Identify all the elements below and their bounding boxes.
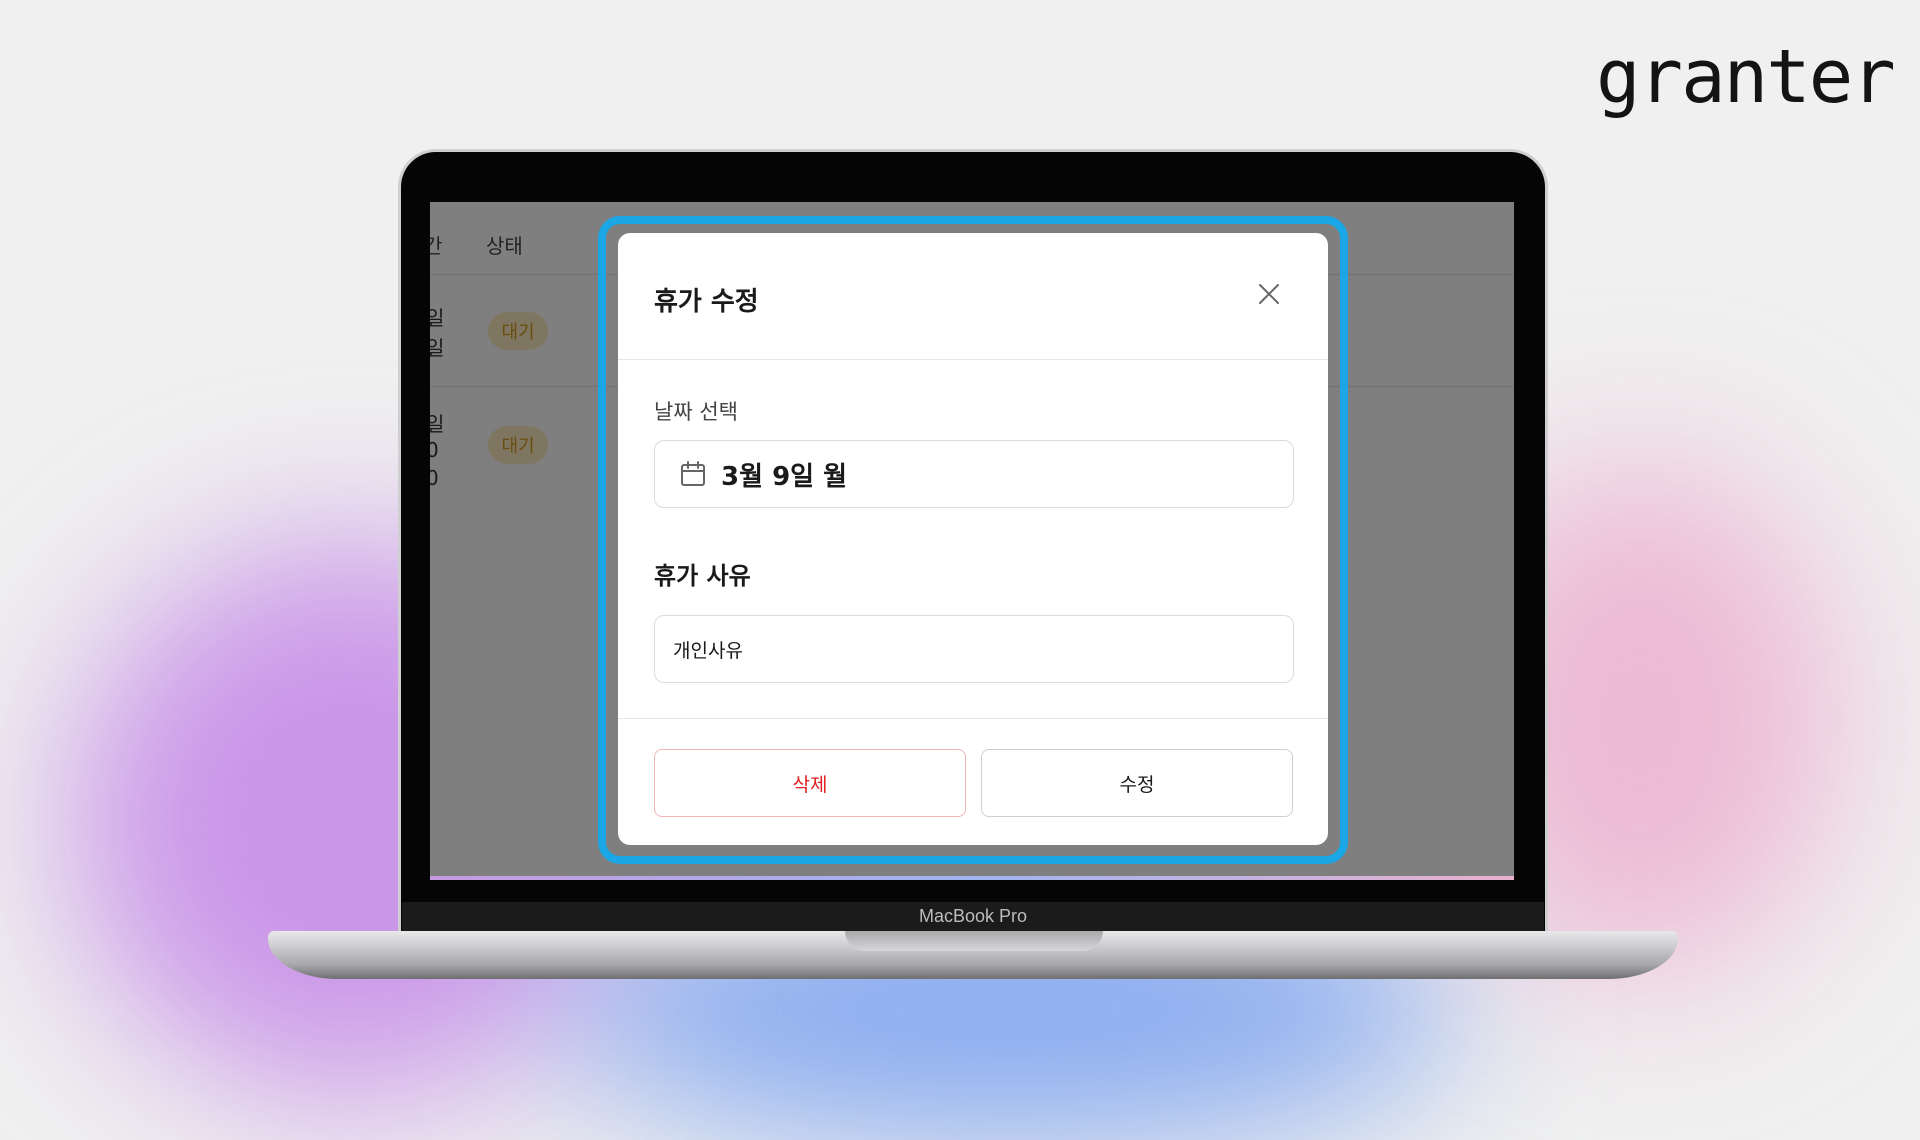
date-picker-field[interactable]: 3월 9일 월 [654,440,1294,508]
modal-title: 휴가 수정 [654,287,759,317]
screen-bottom-bar [430,876,1514,880]
close-button[interactable] [1254,279,1284,309]
reason-input[interactable] [654,615,1294,683]
laptop-chin: MacBook Pro [402,902,1544,932]
selected-date-value: 3월 9일 월 [721,461,848,492]
delete-button[interactable]: 삭제 [654,749,966,817]
brand-logo: granter [1596,34,1896,120]
vacation-edit-modal: 휴가 수정 날짜 선택 3월 9일 월 휴가 사유 삭제 수정 [618,233,1328,845]
header-divider [618,359,1328,360]
calendar-icon [681,461,705,486]
device-label: MacBook Pro [918,906,1028,926]
footer-divider [618,718,1328,719]
date-field-label: 날짜 선택 [654,400,738,424]
laptop-notch [845,931,1103,951]
edit-button[interactable]: 수정 [981,749,1293,817]
reason-section-title: 휴가 사유 [654,562,751,590]
close-icon [1259,284,1279,304]
